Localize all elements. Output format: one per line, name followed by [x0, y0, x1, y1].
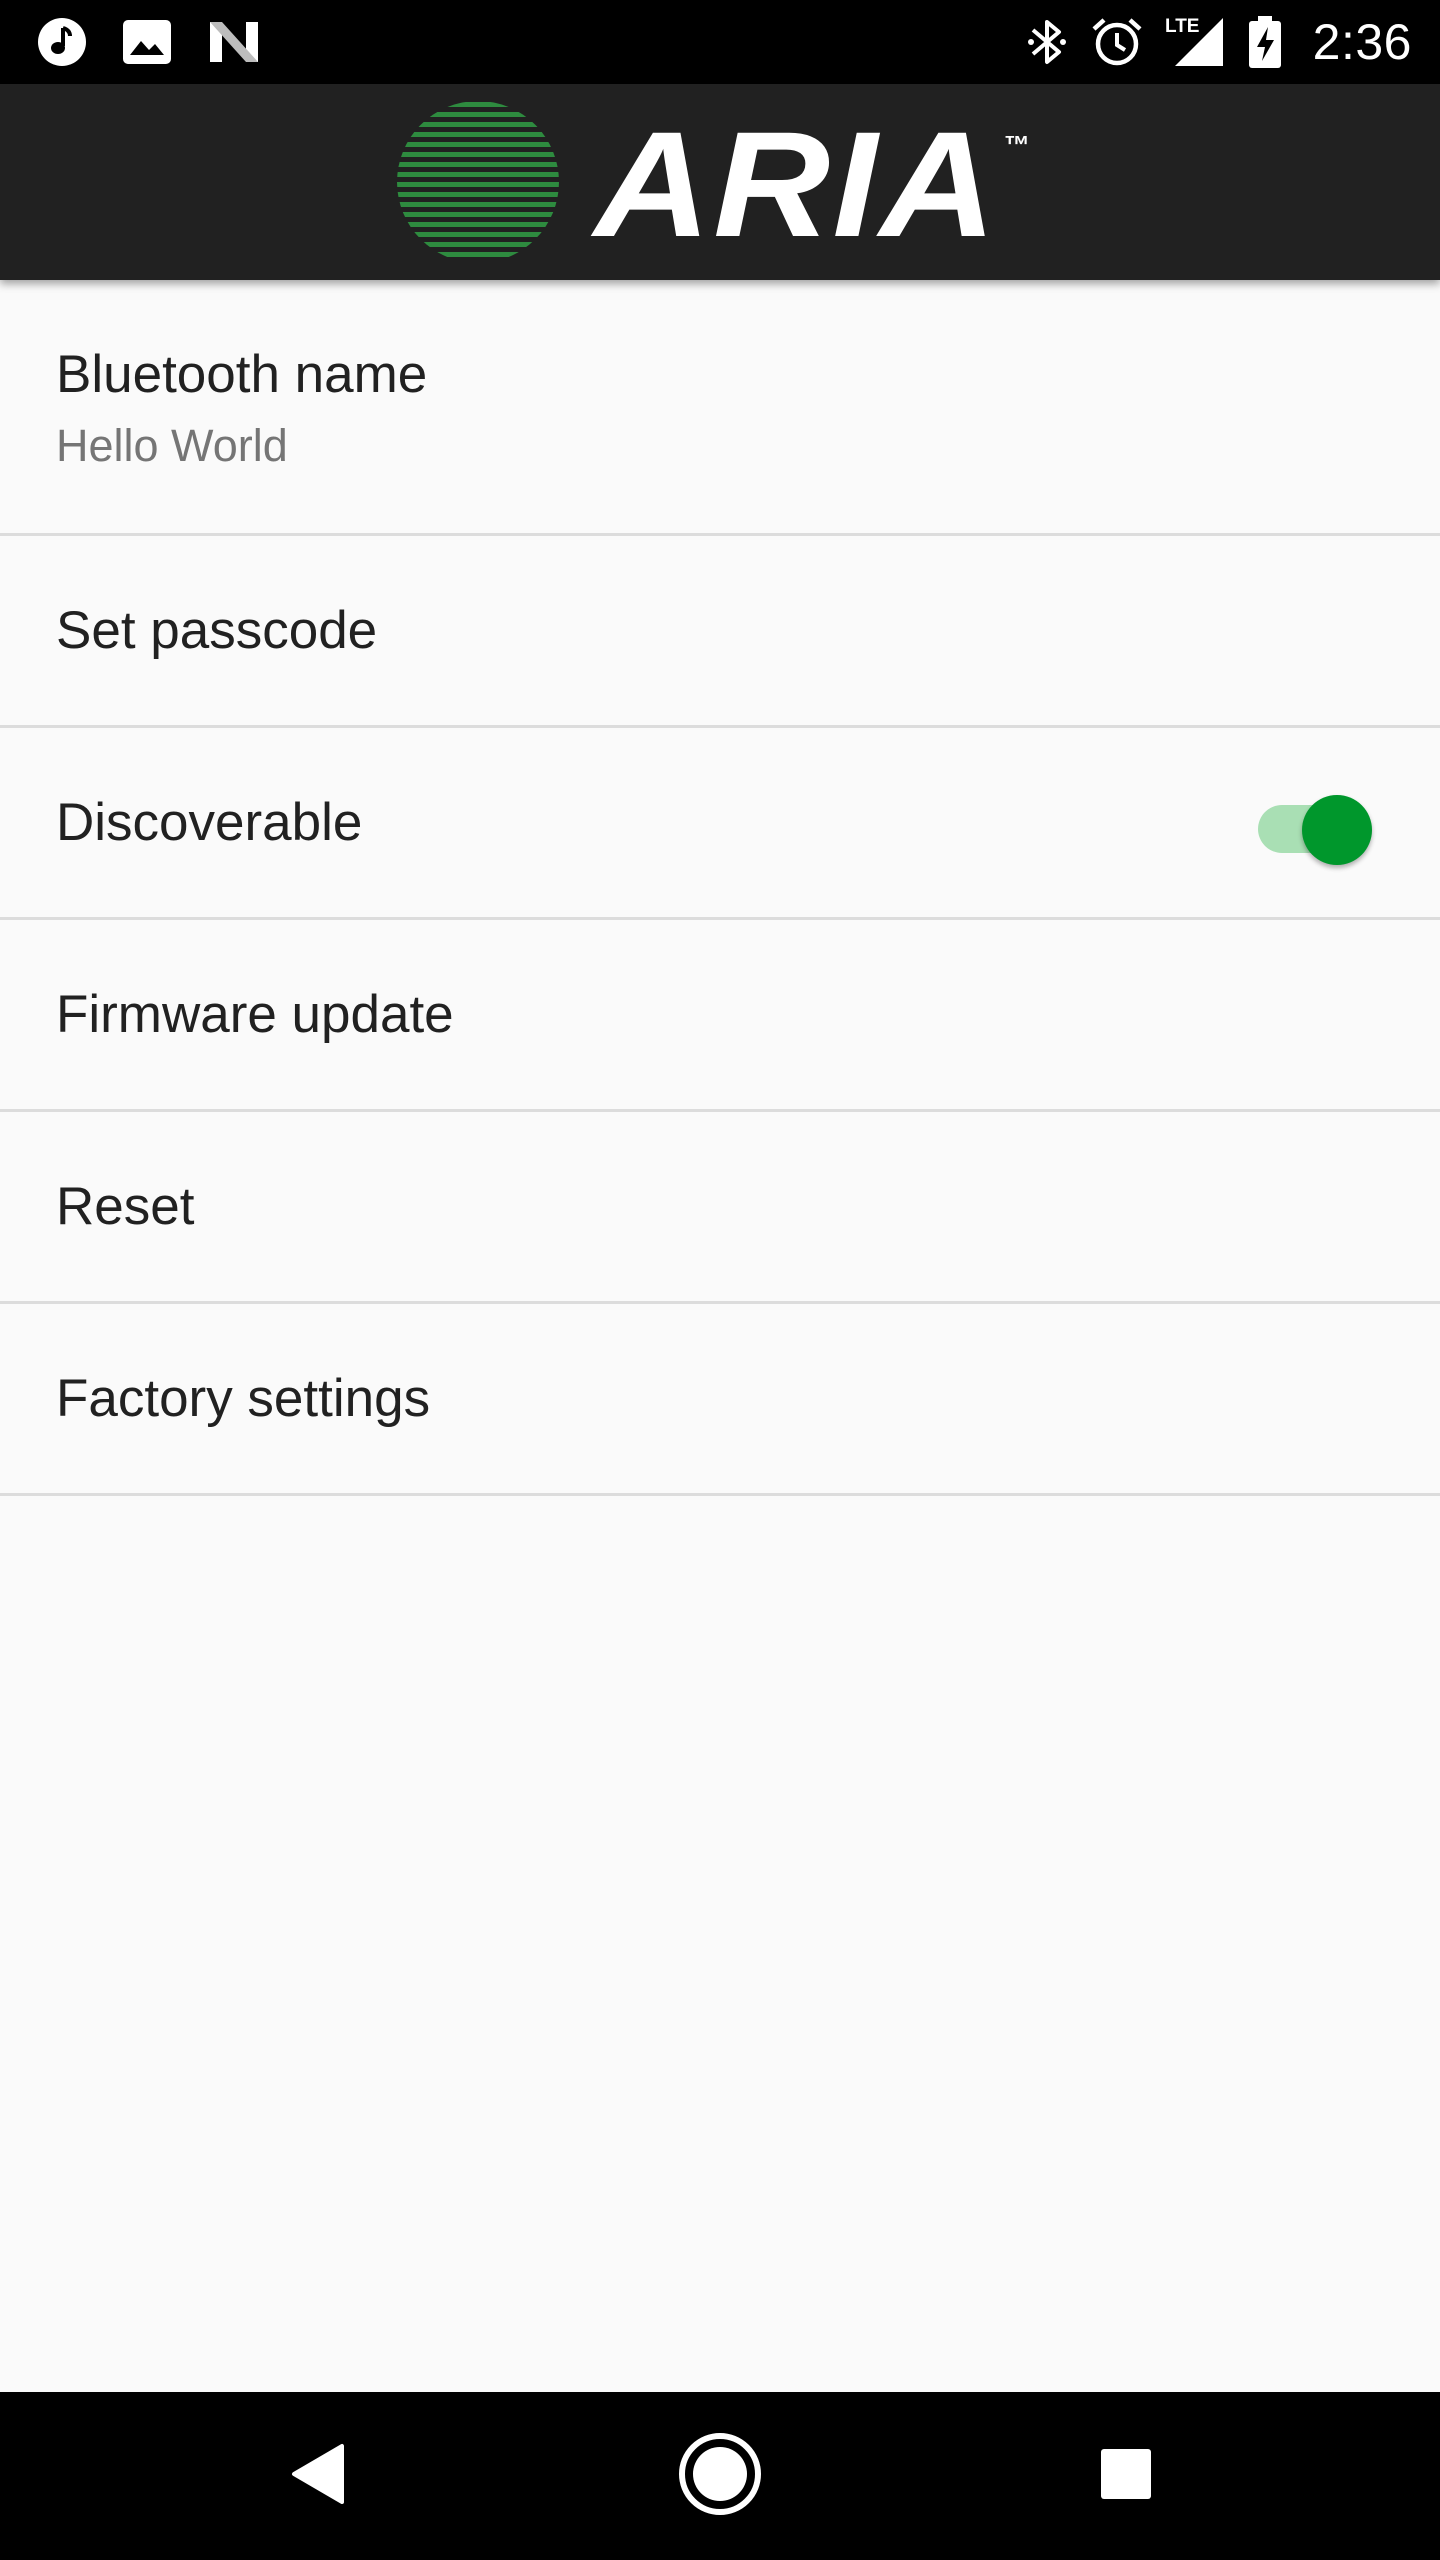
setting-title: Bluetooth name	[56, 345, 428, 404]
bluetooth-icon	[1025, 16, 1069, 68]
status-right-icons: LTE 2:36	[1025, 0, 1412, 84]
lte-label: LTE	[1165, 16, 1199, 37]
home-icon	[678, 2432, 762, 2521]
aria-logo: ARIA ™	[396, 100, 1046, 268]
setting-title: Set passcode	[56, 601, 378, 660]
back-button[interactable]	[270, 2428, 366, 2524]
setting-bluetooth-name[interactable]: Bluetooth name Hello World	[0, 280, 1440, 536]
setting-firmware-update[interactable]: Firmware update	[0, 920, 1440, 1112]
home-button[interactable]	[672, 2428, 768, 2524]
setting-title: Discoverable	[56, 793, 363, 852]
recents-button[interactable]	[1078, 2428, 1174, 2524]
status-bar: LTE 2:36	[0, 0, 1440, 84]
settings-list: Bluetooth name Hello World Set passcode …	[0, 280, 1440, 1496]
logo-trademark: ™	[1004, 130, 1030, 160]
navigation-bar	[0, 2392, 1440, 2560]
battery-charging-icon	[1247, 15, 1283, 69]
setting-summary: Hello World	[56, 420, 288, 471]
setting-title: Factory settings	[56, 1369, 431, 1428]
setting-set-passcode[interactable]: Set passcode	[0, 536, 1440, 728]
recents-icon	[1098, 2446, 1154, 2507]
app-bar: ARIA ™	[0, 84, 1440, 280]
music-note-icon	[36, 16, 88, 68]
setting-reset[interactable]: Reset	[0, 1112, 1440, 1304]
alarm-icon	[1091, 16, 1143, 68]
back-icon	[288, 2442, 348, 2511]
n-logo-icon	[206, 18, 262, 66]
lte-signal-icon: LTE	[1165, 14, 1225, 70]
status-left-icons	[36, 0, 262, 84]
setting-discoverable[interactable]: Discoverable	[0, 728, 1440, 920]
setting-factory-settings[interactable]: Factory settings	[0, 1304, 1440, 1496]
globe-logo-icon	[396, 100, 560, 269]
discoverable-toggle[interactable]	[1254, 788, 1372, 865]
status-time: 2:36	[1312, 14, 1412, 70]
toggle-thumb	[1302, 795, 1372, 865]
setting-title: Reset	[56, 1177, 195, 1236]
logo-wordmark: ARIA	[594, 100, 999, 268]
setting-title: Firmware update	[56, 985, 454, 1044]
image-icon	[122, 19, 172, 65]
